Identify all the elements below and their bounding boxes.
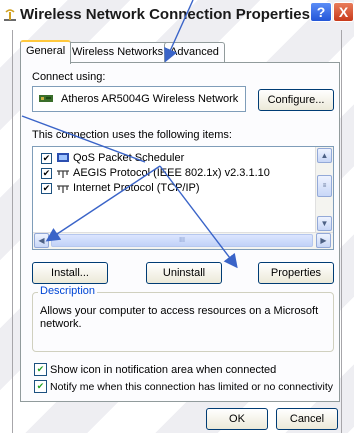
item-checkbox[interactable]: ✔ xyxy=(41,167,52,179)
description-text-line1: Allows your computer to access resources… xyxy=(40,305,319,317)
scroll-down-icon[interactable]: ▼ xyxy=(317,216,332,231)
tab-advanced-label: Advanced xyxy=(170,46,219,58)
uninstall-button[interactable]: Uninstall xyxy=(146,262,222,284)
cancel-button-label: Cancel xyxy=(289,413,325,425)
adapter-name: Atheros AR5004G Wireless Network xyxy=(61,93,239,105)
components-list[interactable]: ✔ QoS Packet Scheduler ✔ AEGIS Protocol … xyxy=(32,146,334,250)
ok-button-label: OK xyxy=(229,413,245,425)
close-icon: X xyxy=(338,4,349,20)
tab-advanced[interactable]: Advanced xyxy=(164,42,225,62)
item-checkbox[interactable]: ✔ xyxy=(41,182,52,194)
item-checkbox[interactable]: ✔ xyxy=(41,152,52,164)
show-icon-option[interactable]: ✔ Show icon in notification area when co… xyxy=(34,363,276,376)
install-button-label: Install... xyxy=(51,267,89,279)
network-adapter-icon xyxy=(39,95,53,102)
list-item[interactable]: ✔ AEGIS Protocol (IEEE 802.1x) v2.3.1.10 xyxy=(41,166,270,180)
window-title: Wireless Network Connection Properties xyxy=(20,6,310,23)
tab-wireless-networks-label: Wireless Networks xyxy=(72,46,164,58)
notify-checkbox[interactable]: ✔ xyxy=(34,380,47,393)
adapter-field: Atheros AR5004G Wireless Network xyxy=(32,86,246,112)
scroll-left-icon[interactable]: ◀ xyxy=(34,233,49,248)
show-icon-checkbox[interactable]: ✔ xyxy=(34,363,47,376)
scroll-up-icon[interactable]: ▲ xyxy=(317,148,332,163)
show-icon-label: Show icon in notification area when conn… xyxy=(50,363,277,376)
uninstall-button-label: Uninstall xyxy=(162,267,206,279)
title-bar[interactable]: Wireless Network Connection Properties ?… xyxy=(0,0,354,34)
scroll-right-icon[interactable]: ▶ xyxy=(316,233,331,248)
protocol-icon xyxy=(57,170,69,178)
items-label: This connection uses the following items… xyxy=(32,129,232,141)
list-item[interactable]: ✔ QoS Packet Scheduler xyxy=(41,151,184,165)
install-button[interactable]: Install... xyxy=(32,262,108,284)
scroll-thumb[interactable]: ≡ xyxy=(317,175,332,197)
network-connection-icon xyxy=(4,9,16,21)
properties-button[interactable]: Properties xyxy=(258,262,334,284)
tab-general[interactable]: General xyxy=(20,40,72,64)
item-label: Internet Protocol (TCP/IP) xyxy=(73,182,200,194)
help-button[interactable]: ? xyxy=(310,2,332,22)
horizontal-scroll-thumb[interactable]: III xyxy=(51,234,313,247)
window-border-right xyxy=(341,30,342,433)
help-icon: ? xyxy=(316,4,326,20)
cancel-button[interactable]: Cancel xyxy=(276,408,338,430)
configure-button[interactable]: Configure... xyxy=(258,89,334,111)
item-label: QoS Packet Scheduler xyxy=(73,152,185,164)
window-border-left xyxy=(12,30,13,433)
properties-dialog: Wireless Network Connection Properties ?… xyxy=(0,0,354,433)
item-label: AEGIS Protocol (IEEE 802.1x) v2.3.1.10 xyxy=(73,167,270,179)
list-item[interactable]: ✔ Internet Protocol (TCP/IP) xyxy=(41,181,200,195)
configure-button-label: Configure... xyxy=(267,94,325,106)
tab-wireless-networks[interactable]: Wireless Networks xyxy=(66,42,170,62)
protocol-icon xyxy=(57,185,69,193)
scheduler-icon xyxy=(57,153,69,162)
description-legend: Description xyxy=(38,285,98,297)
properties-button-label: Properties xyxy=(270,267,322,279)
vertical-scrollbar[interactable]: ▲ ≡ ▼ xyxy=(315,147,333,233)
description-text-line2: network. xyxy=(40,318,82,330)
notify-option[interactable]: ✔ Notify me when this connection has lim… xyxy=(34,380,333,393)
horizontal-scrollbar[interactable]: ◀ III ▶ xyxy=(33,232,333,249)
tab-general-label: General xyxy=(26,45,66,57)
close-button[interactable]: X xyxy=(333,2,354,22)
connect-using-label: Connect using: xyxy=(32,71,106,83)
notify-label: Notify me when this connection has limit… xyxy=(50,380,334,393)
ok-button[interactable]: OK xyxy=(206,408,268,430)
